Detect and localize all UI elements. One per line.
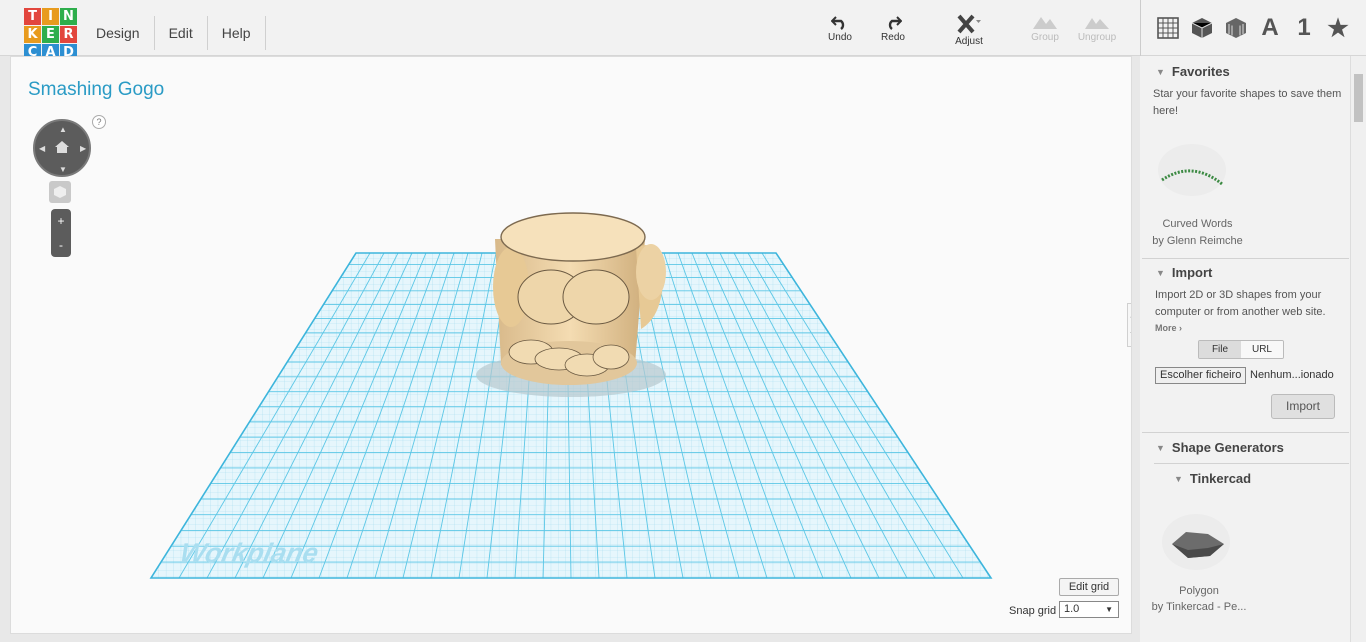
chevron-down-icon: ▼ <box>1105 605 1113 614</box>
collapse-sidebar-button[interactable]: ❯ <box>1127 303 1131 347</box>
ungroup-label: Ungroup <box>1077 32 1117 43</box>
polygon-thumbnail[interactable] <box>1158 508 1234 574</box>
import-source-tabs: File URL <box>1198 340 1284 359</box>
curved-words-thumbnail[interactable] <box>1154 138 1230 198</box>
number-icon[interactable]: 1 <box>1287 11 1321 45</box>
edit-grid-button[interactable]: Edit grid <box>1059 578 1119 596</box>
redo-button[interactable]: Redo <box>863 14 923 43</box>
import-button[interactable]: Import <box>1271 394 1335 419</box>
workplane-canvas[interactable]: Workplane <box>11 57 1132 634</box>
logo-letter: E <box>42 26 59 43</box>
3d-model-mug[interactable] <box>476 212 666 397</box>
group-button[interactable]: Group <box>1015 14 1075 43</box>
menu-design[interactable]: Design <box>82 16 155 50</box>
cage-icon[interactable] <box>1219 11 1253 45</box>
group-label: Group <box>1031 32 1059 43</box>
logo-letter: N <box>60 8 77 25</box>
group-icon <box>1033 17 1057 29</box>
undo-label: Undo <box>828 32 852 43</box>
ungroup-icon <box>1085 18 1109 29</box>
favorites-header[interactable]: ▼ Favorites <box>1156 64 1230 79</box>
logo-letter: T <box>24 8 41 25</box>
adjust-icon <box>957 14 981 34</box>
tinkercad-generators-header[interactable]: ▼ Tinkercad <box>1174 471 1251 486</box>
curved-words-name[interactable]: Curved Words <box>1140 216 1255 232</box>
grid-view-icon[interactable] <box>1151 11 1185 45</box>
tab-url[interactable]: URL <box>1241 341 1283 358</box>
choose-file-button[interactable]: Escolher ficheiro <box>1155 367 1247 384</box>
sidebar-scrollbar[interactable] <box>1350 56 1366 642</box>
import-more-link[interactable]: More › <box>1155 320 1182 337</box>
import-header[interactable]: ▼ Import <box>1156 265 1212 280</box>
scrollbar-thumb[interactable] <box>1354 74 1363 122</box>
favorites-description: Star your favorite shapes to save them h… <box>1153 88 1342 117</box>
menu-edit[interactable]: Edit <box>155 16 208 50</box>
logo-letter: I <box>42 8 59 25</box>
snap-grid-select[interactable]: 1.0 ▼ <box>1059 601 1119 618</box>
menu-help[interactable]: Help <box>208 16 266 50</box>
polygon-author[interactable]: by Tinkercad - Pe... <box>1140 599 1258 615</box>
workspace[interactable]: Smashing Gogo ▲ ▼ ◀ ▶ ? + - Workplane Ed… <box>10 56 1132 634</box>
logo-letter: R <box>60 26 77 43</box>
import-description: Import 2D or 3D shapes from your compute… <box>1155 289 1326 318</box>
adjust-label: Adjust <box>955 36 983 47</box>
shapes-sidebar: ▼ Favorites Star your favorite shapes to … <box>1140 56 1350 642</box>
shape-generators-header[interactable]: ▼ Shape Generators <box>1156 440 1284 455</box>
divider <box>1154 463 1349 464</box>
triangle-down-icon: ▼ <box>1156 443 1165 453</box>
star-icon[interactable]: ★ <box>1321 11 1355 45</box>
workplane-label: Workplane <box>177 537 321 568</box>
curved-words-author[interactable]: by Glenn Reimche <box>1140 233 1255 249</box>
tinkercad-logo[interactable]: T I N K E R C A D <box>24 8 78 62</box>
snap-grid-label: Snap grid <box>1009 605 1057 617</box>
polygon-name[interactable]: Polygon <box>1140 583 1258 599</box>
ungroup-button[interactable]: Ungroup <box>1067 14 1127 43</box>
tab-file[interactable]: File <box>1199 341 1241 358</box>
no-file-chosen-text: Nenhum...ionado <box>1250 369 1334 381</box>
redo-label: Redo <box>881 32 905 43</box>
snap-grid-value: 1.0 <box>1064 603 1080 615</box>
undo-button[interactable]: Undo <box>810 14 870 43</box>
main-menu: Design Edit Help <box>82 16 266 50</box>
triangle-down-icon: ▼ <box>1156 67 1165 77</box>
letter-icon[interactable]: A <box>1253 11 1287 45</box>
triangle-down-icon: ▼ <box>1174 474 1183 484</box>
top-bar: T I N K E R C A D Design Edit Help Undo … <box>0 0 1366 61</box>
adjust-button[interactable]: Adjust <box>939 14 999 47</box>
divider <box>1142 258 1349 259</box>
shape-category-bar: A 1 ★ <box>1140 0 1355 56</box>
triangle-down-icon: ▼ <box>1156 268 1165 278</box>
undo-icon <box>831 16 845 30</box>
box-icon[interactable] <box>1185 11 1219 45</box>
redo-icon <box>888 16 902 30</box>
divider <box>1142 432 1349 433</box>
logo-letter: K <box>24 26 41 43</box>
